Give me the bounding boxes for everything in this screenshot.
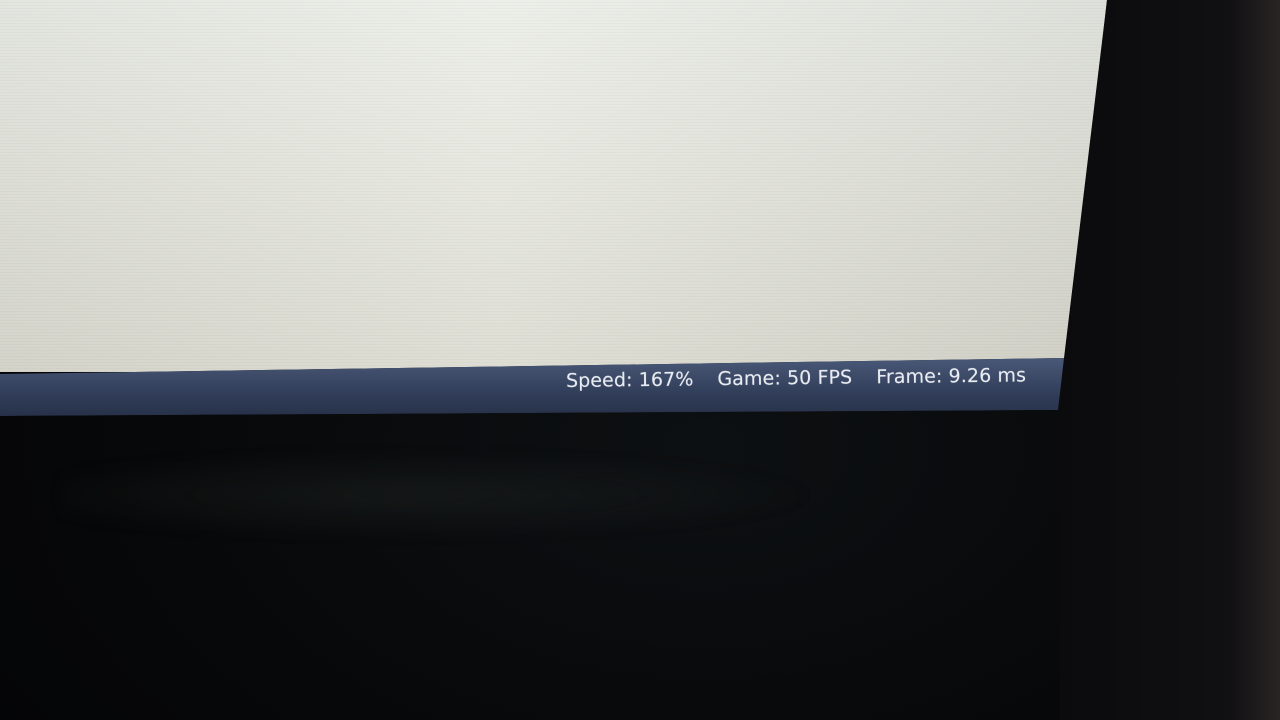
speed-indicator: Speed: 167%	[565, 368, 694, 392]
photo-scene: Speed: 167% Game: 50 FPS Frame: 9.26 ms	[0, 0, 1280, 720]
frame-time-indicator: Frame: 9.26 ms	[876, 364, 1027, 389]
game-fps-indicator: Game: 50 FPS	[717, 366, 853, 391]
screen-reflection	[60, 450, 820, 540]
screen-glare	[0, 0, 1107, 372]
background-edge	[1230, 0, 1280, 720]
